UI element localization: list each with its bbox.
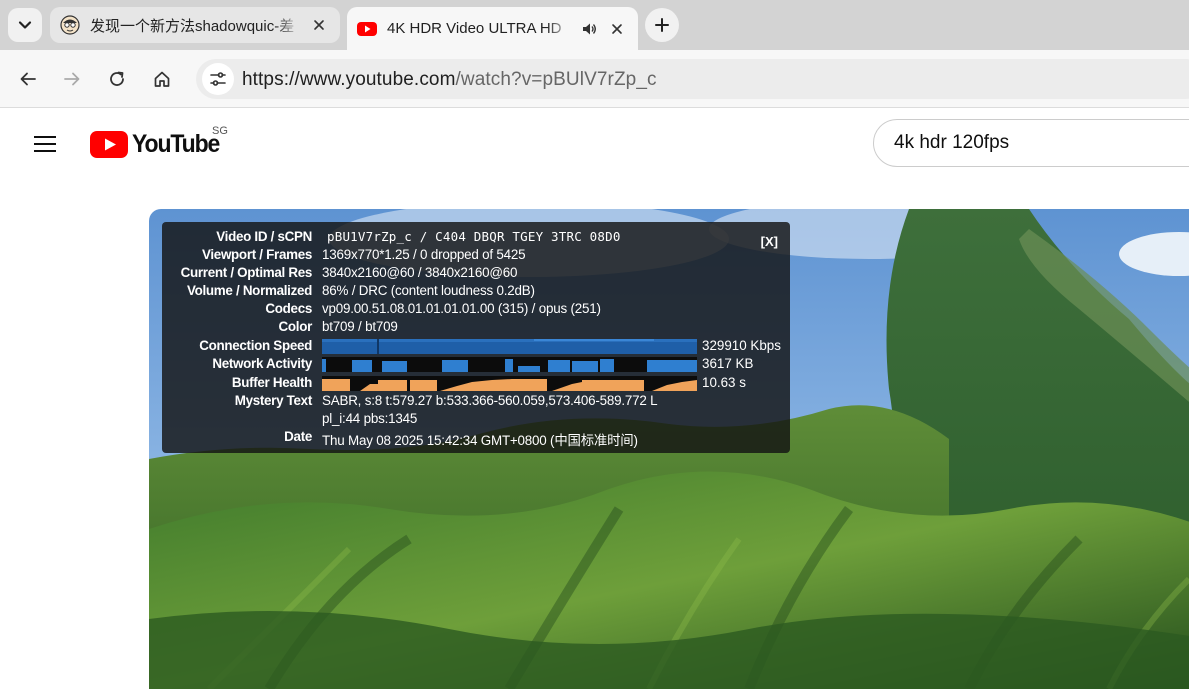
buffer-health-graph <box>322 376 697 391</box>
youtube-logo[interactable]: YouTube <box>90 130 227 159</box>
stat-value: SABR, s:8 t:579.27 b:533.366-560.059,573… <box>322 393 658 408</box>
close-tab-button[interactable] <box>606 18 628 40</box>
stat-viewport-frames: Viewport / Frames 1369x770*1.25 / 0 drop… <box>162 247 790 265</box>
stat-codecs: Codecs vp09.00.51.08.01.01.01.01.00 (315… <box>162 301 790 319</box>
url-path: /watch?v=pBUlV7rZp_c <box>455 69 657 90</box>
stat-network-activity: Network Activity 3617 KB <box>162 356 790 374</box>
arrow-right-icon <box>64 72 80 86</box>
plus-icon <box>655 18 669 32</box>
stat-value: 86% / DRC (content loudness 0.2dB) <box>322 283 535 298</box>
tab-youtube[interactable]: 4K HDR Video ULTRA HD <box>347 7 638 50</box>
stat-value: vp09.00.51.08.01.01.01.01.00 (315) / opu… <box>322 301 601 316</box>
close-tab-button[interactable] <box>308 14 330 36</box>
stat-value: bt709 / bt709 <box>322 319 398 334</box>
search-input[interactable]: 4k hdr 120fps <box>873 119 1189 167</box>
youtube-header: YouTube SG 4k hdr 120fps <box>0 108 1189 180</box>
stat-label: Video ID / sCPN <box>216 229 312 244</box>
stat-value: pBU1V7rZp_c / C404 DBQR TGEY 3TRC 08D0 <box>327 229 621 244</box>
stat-value: 3840x2160@60 / 3840x2160@60 <box>322 265 518 280</box>
search-query: 4k hdr 120fps <box>894 132 1010 153</box>
stat-label: Connection Speed <box>199 338 312 353</box>
close-icon <box>314 20 324 30</box>
stat-value: Thu May 08 2025 15:42:34 GMT+0800 (中国标准时… <box>322 433 638 448</box>
stat-value: 329910 Kbps <box>702 338 781 353</box>
reload-button[interactable] <box>101 63 133 95</box>
stat-connection-speed: Connection Speed 329910 Kbps <box>162 338 790 356</box>
stat-value: 1369x770*1.25 / 0 dropped of 5425 <box>322 247 526 262</box>
reload-icon <box>110 71 124 86</box>
youtube-wordmark: YouTube <box>132 130 220 158</box>
stat-value: 10.63 s <box>702 375 746 390</box>
forward-button[interactable] <box>56 63 88 95</box>
stat-color: Color bt709 / bt709 <box>162 319 790 337</box>
site-info-button[interactable] <box>202 63 234 95</box>
stat-label: Viewport / Frames <box>201 247 312 262</box>
stat-label: Network Activity <box>212 356 312 371</box>
speaker-icon <box>583 23 596 34</box>
close-icon <box>612 23 622 34</box>
tab-title: 发现一个新方法shadowquic-差 <box>90 14 302 36</box>
tab-search-button[interactable] <box>8 8 42 42</box>
stat-date: Date Thu May 08 2025 15:42:34 GMT+0800 (… <box>162 429 790 448</box>
stat-label: Codecs <box>265 301 312 316</box>
stats-for-nerds-panel: [X] Video ID / sCPN pBU1V7rZp_c / C404 D… <box>162 222 790 453</box>
stat-label: Volume / Normalized <box>186 283 312 298</box>
network-activity-graph <box>322 357 697 372</box>
cartoon-face-icon <box>60 15 80 35</box>
stat-mystery-text: Mystery Text SABR, s:8 t:579.27 b:533.36… <box>162 393 790 411</box>
home-button[interactable] <box>146 63 178 95</box>
address-bar[interactable]: https://www.youtube.com/watch?v=pBUlV7rZ… <box>196 59 1189 99</box>
guide-menu-button[interactable] <box>28 128 62 160</box>
stat-buffer-health: Buffer Health 10.63 s <box>162 375 790 393</box>
back-button[interactable] <box>12 63 44 95</box>
browser-toolbar: https://www.youtube.com/watch?v=pBUlV7rZ… <box>0 50 1189 108</box>
stat-value: pl_i:44 pbs:1345 <box>322 411 418 426</box>
tab-strip: 发现一个新方法shadowquic-差 4K HDR Video ULTRA H… <box>0 0 1189 50</box>
stat-volume: Volume / Normalized 86% / DRC (content l… <box>162 283 790 301</box>
tab-audio-button[interactable] <box>578 18 600 40</box>
stat-resolution: Current / Optimal Res 3840x2160@60 / 384… <box>162 265 790 283</box>
tab-shadowquic[interactable]: 发现一个新方法shadowquic-差 <box>50 7 340 43</box>
url-text[interactable]: https://www.youtube.com/watch?v=pBUlV7rZ… <box>242 69 657 91</box>
stat-label: Current / Optimal Res <box>180 265 313 280</box>
url-host: https://www.youtube.com <box>242 69 456 90</box>
tab-title: 4K HDR Video ULTRA HD <box>387 20 574 37</box>
stat-mystery-text-line2: pl_i:44 pbs:1345 <box>162 411 790 429</box>
stat-label: Buffer Health <box>231 375 312 390</box>
country-code: SG <box>212 125 228 137</box>
stat-label: Date <box>284 429 312 444</box>
stat-label: Color <box>278 319 313 334</box>
stat-label: Mystery Text <box>234 393 313 408</box>
connection-speed-graph <box>322 339 697 354</box>
tune-icon <box>210 72 226 86</box>
arrow-left-icon <box>20 72 36 86</box>
chevron-down-icon <box>18 21 32 29</box>
hamburger-menu-icon <box>34 136 56 152</box>
home-icon <box>154 71 170 87</box>
youtube-icon <box>357 21 377 36</box>
stat-video-id: Video ID / sCPN pBU1V7rZp_c / C404 DBQR … <box>162 229 790 247</box>
stat-value: 3617 KB <box>702 356 754 371</box>
youtube-play-icon <box>90 131 128 158</box>
new-tab-button[interactable] <box>645 8 679 42</box>
